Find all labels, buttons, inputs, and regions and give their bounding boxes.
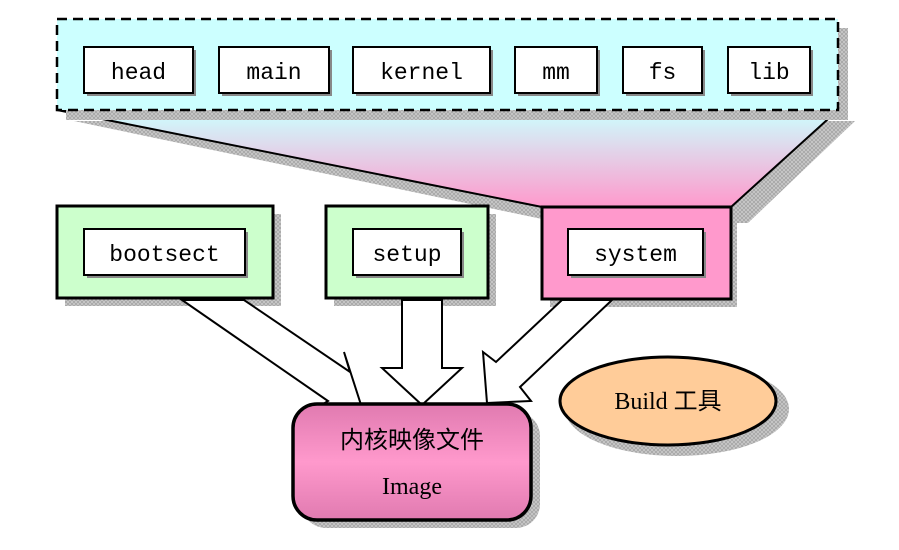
module-label: lib bbox=[748, 60, 789, 86]
kernel-image-subtitle: Image bbox=[382, 474, 442, 500]
module-label: mm bbox=[542, 60, 570, 86]
module-box-head: head bbox=[83, 46, 196, 96]
bootsect-box: bootsect bbox=[55, 204, 281, 306]
arrow-setup-to-image bbox=[379, 299, 465, 407]
build-tool-label: Build 工具 bbox=[614, 389, 721, 415]
module-box-fs: fs bbox=[622, 46, 705, 96]
module-label: main bbox=[246, 60, 301, 86]
diagram-canvas: head main kernel mm fs lib bootsect setup sys… bbox=[55, 17, 855, 528]
system-label: system bbox=[594, 242, 677, 268]
setup-label: setup bbox=[372, 242, 441, 268]
kernel-image-title: 内核映像文件 bbox=[340, 426, 484, 454]
module-box-lib: lib bbox=[727, 46, 813, 96]
arrow-bootsect-to-image bbox=[178, 299, 364, 409]
system-box: system bbox=[540, 205, 737, 307]
module-box-main: main bbox=[218, 46, 332, 96]
module-box-kernel: kernel bbox=[352, 46, 493, 96]
kernel-image-box: 内核映像文件 Image bbox=[291, 402, 540, 528]
module-label: fs bbox=[649, 60, 677, 86]
build-tool-ellipse: Build 工具 bbox=[558, 355, 789, 456]
module-box-mm: mm bbox=[514, 46, 600, 96]
module-label: head bbox=[111, 60, 166, 86]
bootsect-label: bootsect bbox=[109, 242, 219, 268]
module-label: kernel bbox=[380, 60, 463, 86]
setup-box: setup bbox=[324, 204, 496, 306]
